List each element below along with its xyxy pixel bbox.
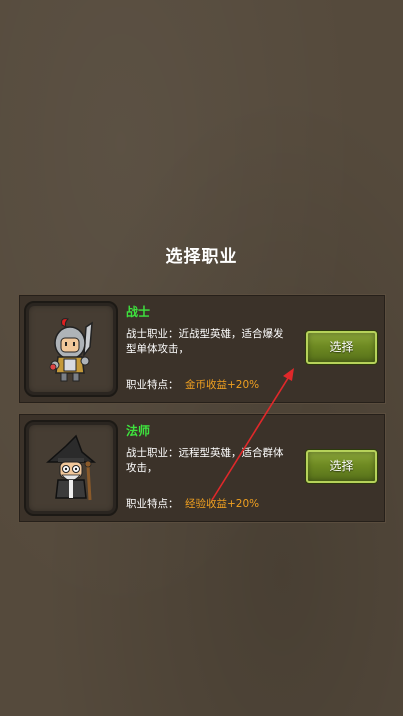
class-description: 战士职业：远程型英雄，适合群体攻击， <box>126 447 284 474</box>
trait-label: 职业特点： <box>126 498 179 510</box>
trait-label: 职业特点： <box>126 379 179 391</box>
trait-value: 经验收益+20% <box>185 498 260 510</box>
class-description: 战士职业：近战型英雄，适合爆发型单体攻击， <box>126 328 284 355</box>
select-warrior-button[interactable]: 选择 <box>306 331 377 364</box>
trait-value: 金币收益+20% <box>185 379 260 391</box>
class-card-warrior: 战士 战士职业：近战型英雄，适合爆发型单体攻击， 职业特点： 金币收益+20% … <box>18 294 386 404</box>
portrait-frame <box>24 420 118 516</box>
class-name: 法师 <box>126 424 151 438</box>
page-title: 选择职业 <box>165 247 238 267</box>
class-card-mage: 法师 战士职业：远程型英雄，适合群体攻击， 职业特点： 经验收益+20% 选择 <box>18 413 386 523</box>
class-name: 战士 <box>126 305 151 319</box>
select-mage-button[interactable]: 选择 <box>306 450 377 483</box>
portrait-frame <box>24 301 118 397</box>
mage-icon <box>46 434 97 501</box>
warrior-icon <box>49 318 93 382</box>
